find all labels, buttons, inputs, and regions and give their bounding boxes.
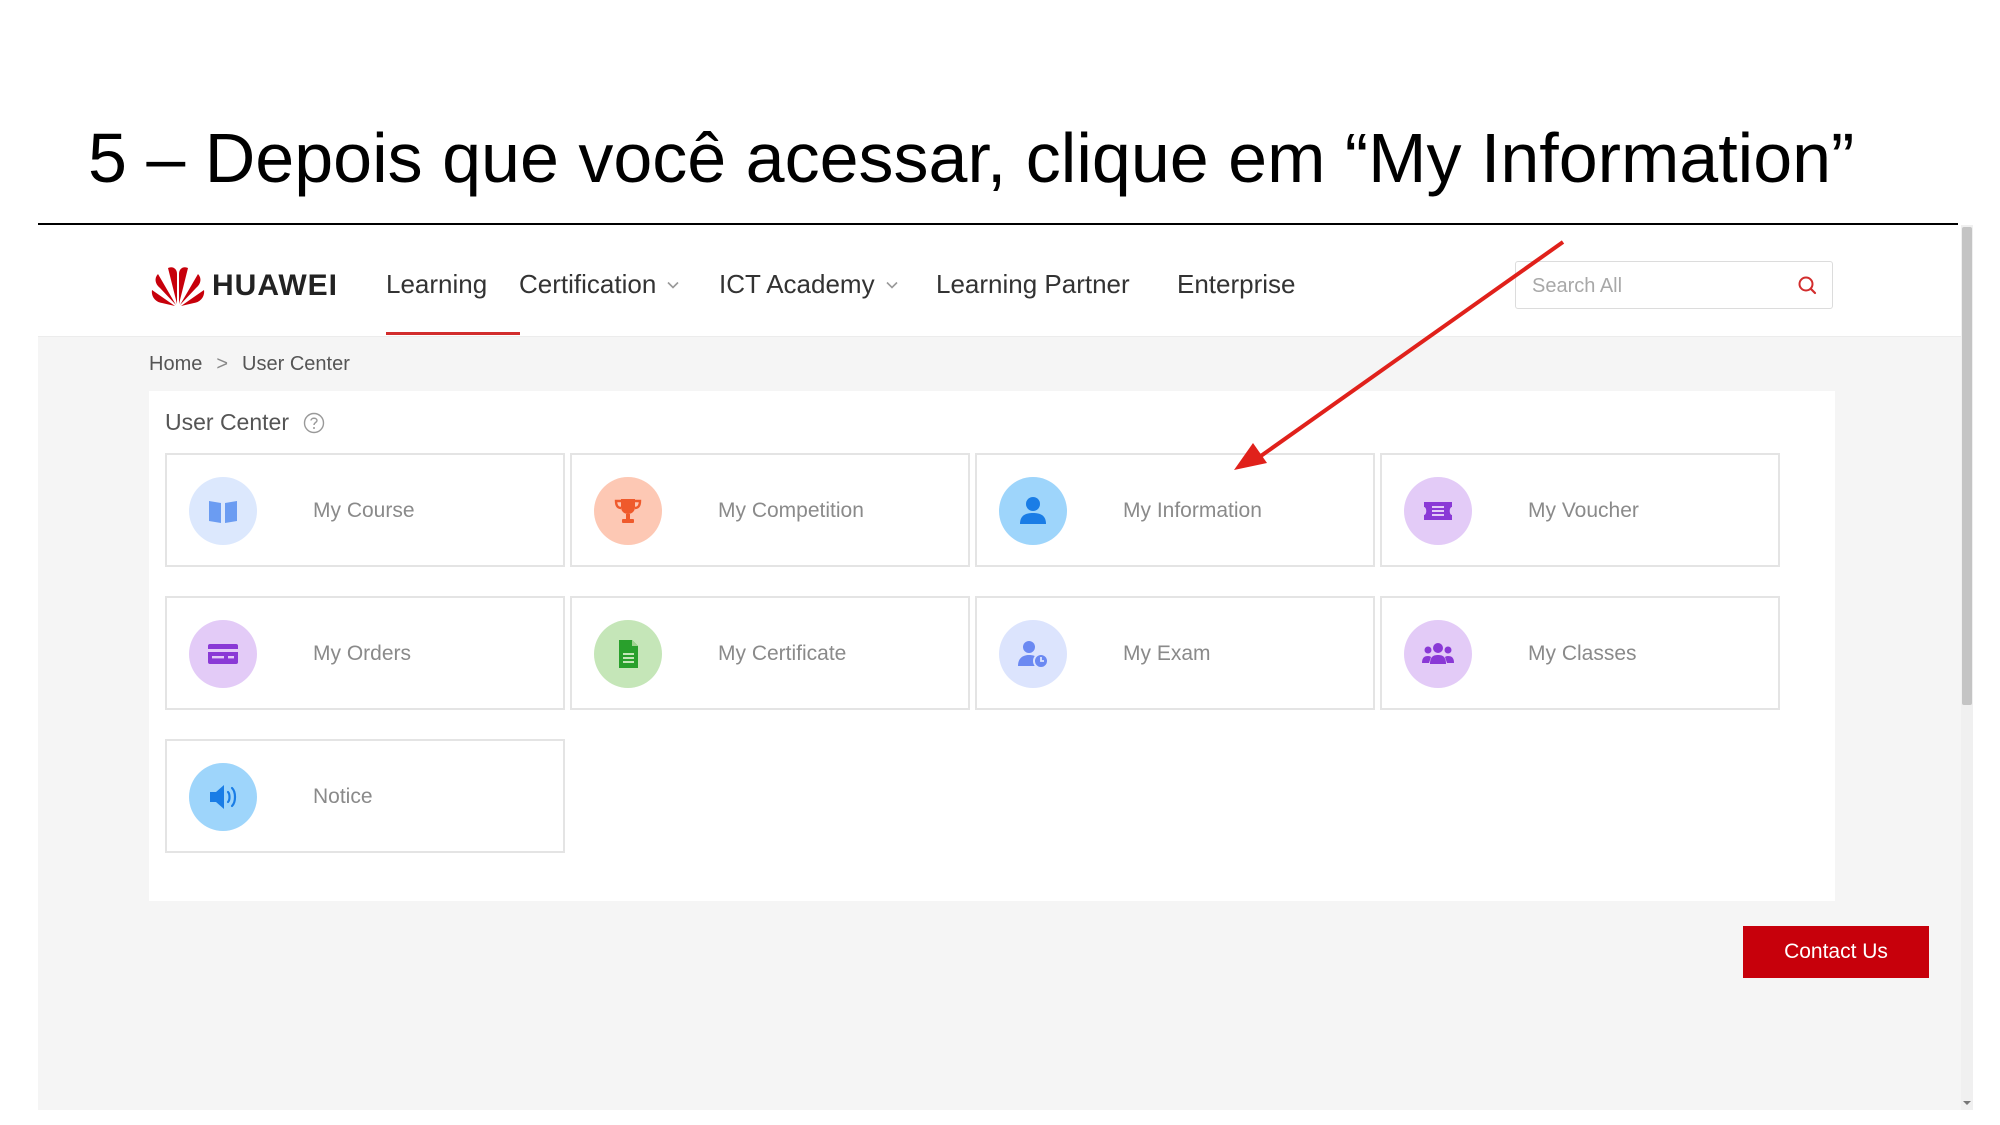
user-center-heading: User Center xyxy=(165,409,289,435)
nav-item-certification[interactable]: Certification xyxy=(519,269,680,300)
chevron-down-icon xyxy=(667,281,679,289)
nav-item-enterprise[interactable]: Enterprise xyxy=(1177,269,1296,300)
card-icon-circle xyxy=(189,477,257,545)
card-label: My Course xyxy=(313,499,415,522)
ticket-icon xyxy=(1424,502,1452,520)
active-nav-indicator xyxy=(386,332,520,335)
card-notice[interactable]: Notice xyxy=(165,739,565,853)
card-icon-circle xyxy=(1404,477,1472,545)
nav-item-label: Enterprise xyxy=(1177,269,1296,299)
nav-item-label: ICT Academy xyxy=(719,269,875,299)
card-label: My Classes xyxy=(1528,642,1637,665)
nav-item-label: Learning xyxy=(386,269,488,299)
card-icon-circle xyxy=(594,477,662,545)
book-icon xyxy=(209,501,237,523)
card-label: My Voucher xyxy=(1528,499,1639,522)
card-my-competition[interactable]: My Competition xyxy=(570,453,970,567)
users-icon xyxy=(1422,643,1454,664)
card-icon-circle xyxy=(594,620,662,688)
card-icon xyxy=(208,644,238,664)
search-icon[interactable] xyxy=(1796,274,1818,296)
card-my-voucher[interactable]: My Voucher xyxy=(1380,453,1780,567)
card-my-exam[interactable]: My Exam xyxy=(975,596,1375,710)
question-circle-icon[interactable] xyxy=(303,412,325,434)
search-box xyxy=(1515,261,1833,309)
breadcrumb-separator: > xyxy=(216,353,229,375)
screenshot-frame: HUAWEI Learning Certification ICT Academ… xyxy=(38,225,1973,1110)
card-label: My Certificate xyxy=(718,642,847,665)
trophy-icon xyxy=(614,499,642,523)
nav-item-ict-academy[interactable]: ICT Academy xyxy=(719,269,899,300)
user-clock-icon xyxy=(1018,641,1049,669)
card-my-classes[interactable]: My Classes xyxy=(1380,596,1780,710)
breadcrumb-current: User Center xyxy=(242,353,350,375)
brand-name: HUAWEI xyxy=(212,269,338,302)
panel-title: User Center xyxy=(165,409,325,436)
card-icon-circle xyxy=(189,620,257,688)
card-label: My Exam xyxy=(1123,642,1211,665)
card-icon-circle xyxy=(999,477,1067,545)
card-icon-circle xyxy=(1404,620,1472,688)
user-center-panel: User Center My Course My Competition My … xyxy=(149,391,1835,901)
huawei-petals-logo-icon xyxy=(151,267,205,306)
card-label: Notice xyxy=(313,785,373,808)
scrollbar-thumb[interactable] xyxy=(1962,227,1972,705)
nav-item-learning-partner[interactable]: Learning Partner xyxy=(936,269,1130,300)
huawei-logo[interactable]: HUAWEI xyxy=(150,261,338,311)
card-my-information[interactable]: My Information xyxy=(975,453,1375,567)
nav-item-label: Learning Partner xyxy=(936,269,1130,299)
document-icon xyxy=(619,640,638,668)
card-icon-circle xyxy=(999,620,1067,688)
card-label: My Competition xyxy=(718,499,864,522)
nav-item-learning[interactable]: Learning xyxy=(386,269,487,300)
chevron-down-icon xyxy=(886,281,898,289)
scroll-down-arrow-icon[interactable] xyxy=(1962,1098,1972,1108)
card-my-certificate[interactable]: My Certificate xyxy=(570,596,970,710)
card-label: My Information xyxy=(1123,499,1262,522)
search-input[interactable] xyxy=(1530,272,1784,300)
card-label: My Orders xyxy=(313,642,412,665)
top-navigation-bar: HUAWEI Learning Certification ICT Academ… xyxy=(38,225,1973,337)
contact-us-button[interactable]: Contact Us xyxy=(1743,926,1929,978)
card-icon-circle xyxy=(189,763,257,831)
slide-title: 5 – Depois que você acessar, clique em “… xyxy=(88,119,1855,197)
nav-item-label: Certification xyxy=(519,269,657,299)
breadcrumb: Home > User Center xyxy=(149,353,350,376)
speaker-icon xyxy=(210,785,237,809)
breadcrumb-home[interactable]: Home xyxy=(149,353,202,376)
card-my-orders[interactable]: My Orders xyxy=(165,596,565,710)
card-my-course[interactable]: My Course xyxy=(165,453,565,567)
user-icon xyxy=(1020,497,1046,524)
